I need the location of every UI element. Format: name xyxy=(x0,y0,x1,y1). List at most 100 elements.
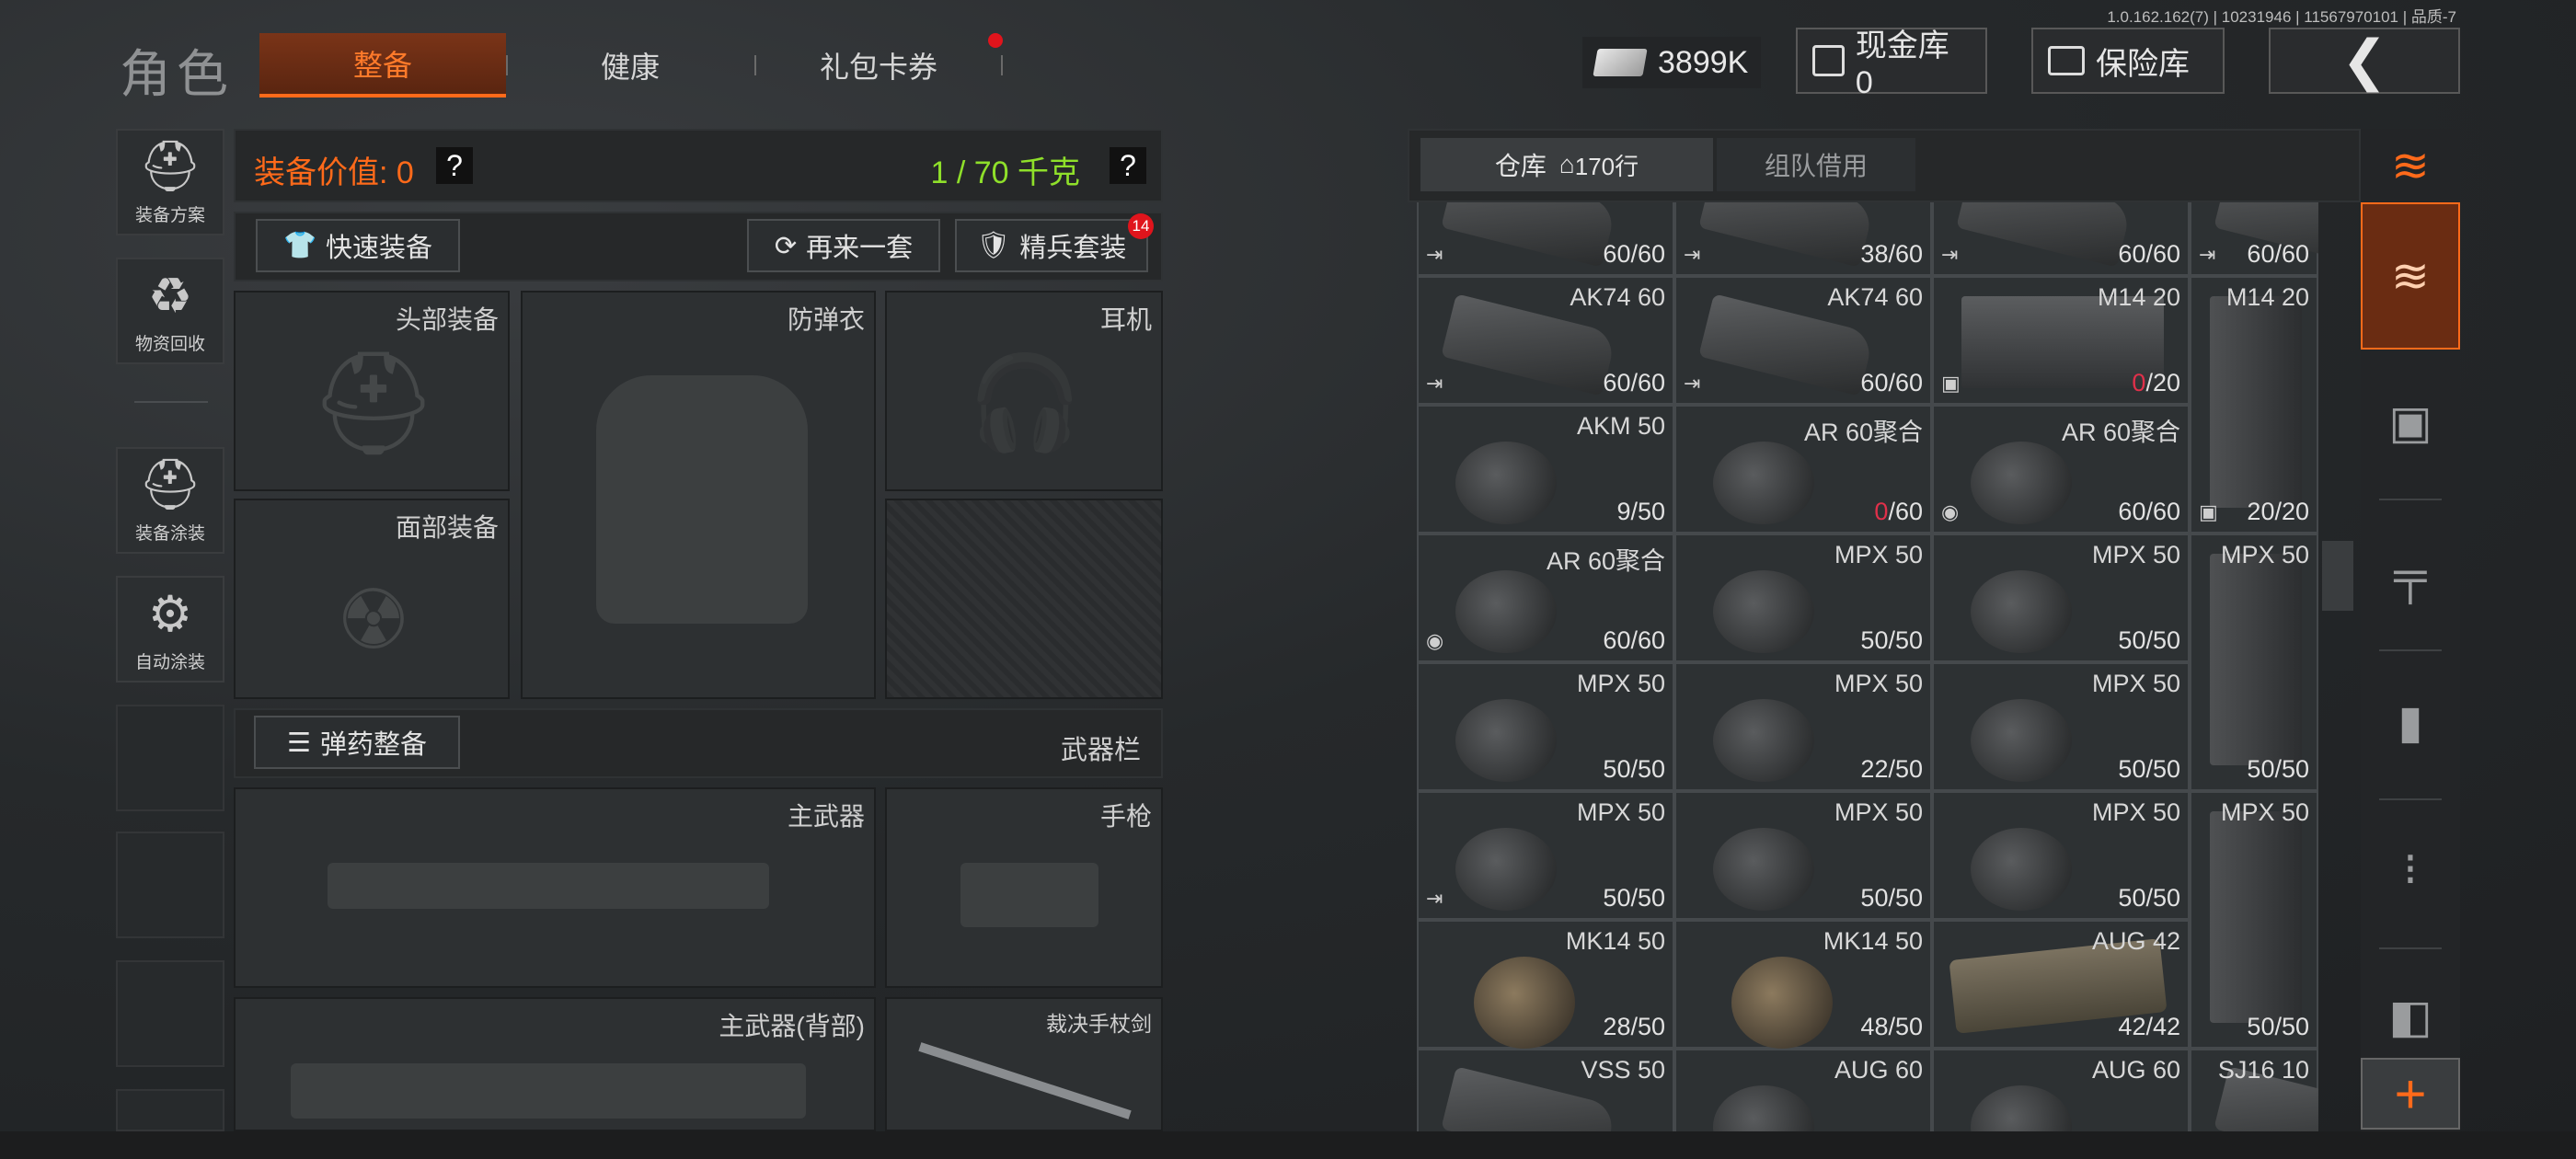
armor-slot-label: 防弹衣 xyxy=(787,305,865,334)
safe-button[interactable]: 保险库 xyxy=(2031,28,2225,94)
item-quantity-max: /60 xyxy=(1888,498,1923,525)
armor-slot[interactable]: 防弹衣 xyxy=(521,291,876,699)
paint-equip-button[interactable]: ⛑ 装备涂装 xyxy=(116,447,224,554)
magazine-icon[interactable]: ▮ xyxy=(2361,653,2460,791)
item-quantity: 20/20 xyxy=(2247,498,2309,525)
magazine-image xyxy=(1971,699,2072,782)
inventory-item[interactable]: MPX 50 50/50 ⇥ xyxy=(1417,791,1674,920)
help-icon[interactable]: ? xyxy=(1110,147,1146,184)
head-slot[interactable]: 头部装备 ⛑ xyxy=(234,291,510,491)
inventory-item[interactable]: MPX 50 50/50 xyxy=(1674,534,1932,662)
tab-divider xyxy=(754,55,756,75)
rifle-icon xyxy=(328,863,769,909)
tab-team-borrow[interactable]: 组队借用 xyxy=(1717,138,1915,191)
elite-set-button[interactable]: 🛡 精兵套装 xyxy=(955,219,1148,272)
item-quantity: 9/50 xyxy=(1616,498,1665,525)
inventory-item[interactable]: AR 60聚合 60/60 ◉ xyxy=(1932,405,2190,534)
inventory-item[interactable]: AUG 60 xyxy=(1674,1049,1932,1131)
auto-paint-label: 自动涂装 xyxy=(134,653,205,672)
item-quantity-empty: 0 xyxy=(2132,369,2146,396)
inventory-item[interactable]: MK14 50 28/50 xyxy=(1417,920,1674,1049)
elite-badge: 14 xyxy=(1128,213,1154,239)
magazine-image xyxy=(1971,442,2072,524)
inventory-item[interactable]: SJ16 10 xyxy=(2190,1049,2318,1131)
primary-weapon-slot[interactable]: 主武器 xyxy=(234,787,876,988)
again-set-button[interactable]: ⟳ 再来一套 xyxy=(747,219,940,272)
recycle-label: 物资回收 xyxy=(134,335,205,354)
inventory-item[interactable]: AK74 6060/60⇥ xyxy=(1417,202,1674,276)
bullet-icon[interactable]: ⁝ xyxy=(2361,800,2460,938)
inventory-item[interactable]: AK74 6060/60⇥ xyxy=(1674,276,1932,405)
inventory-item[interactable]: MPX 50 50/50 xyxy=(2190,791,2318,1049)
tab-equip[interactable]: 整备 xyxy=(259,33,506,98)
magazine-image xyxy=(1956,202,2133,268)
item-name: AR 60聚合 xyxy=(1803,419,1923,446)
inventory-item[interactable]: MK14 50 48/50 xyxy=(1674,920,1932,1049)
equip-plan-button[interactable]: ⛑ 装备方案 xyxy=(116,129,224,235)
version-text: 1.0.162.162(7) | 10231946 | 11567970101 … xyxy=(2107,8,2456,26)
item-name: SJ16 10 xyxy=(2217,1056,2309,1084)
warehouse-rows: 170行 xyxy=(1574,152,1639,180)
inventory-item[interactable]: VSS 50 xyxy=(1417,1049,1674,1131)
item-quantity: 50/50 xyxy=(2118,626,2180,654)
cash-vault-button[interactable]: 现金库 0 xyxy=(1796,28,1987,100)
inventory-item[interactable]: AK74 6060/60⇥ xyxy=(1932,202,2190,276)
stack-refresh-icon[interactable]: ≋ xyxy=(2361,129,2460,202)
item-status-icon: ◉ xyxy=(1941,500,1960,523)
tab-health[interactable]: 健康 xyxy=(515,33,745,98)
vest-icon[interactable]: ▣ xyxy=(2361,353,2460,491)
inventory-item[interactable]: MPX 50 50/50 xyxy=(1932,534,2190,662)
magazine-image xyxy=(1971,1085,2072,1131)
face-slot[interactable]: 面部装备 ☢ xyxy=(234,499,510,699)
tab-warehouse[interactable]: 仓库 ⌂ 170行 xyxy=(1420,138,1713,191)
empty-slot xyxy=(116,960,224,1067)
item-quantity: 50/50 xyxy=(1603,884,1665,912)
home-icon: ⌂ xyxy=(1558,150,1575,178)
magazine-image xyxy=(2210,811,2302,1023)
item-quantity: 0/60 xyxy=(1874,498,1923,526)
melee-slot[interactable]: 裁决手杖剑 xyxy=(885,997,1163,1131)
inventory-item[interactable]: AUG 42 42/42 xyxy=(1932,920,2190,1049)
help-icon[interactable]: ? xyxy=(436,147,473,184)
tab-gift-cards[interactable]: 礼包卡券 xyxy=(764,33,994,98)
weight-value: 1 / 70 千克 xyxy=(930,155,1080,190)
quick-equip-button[interactable]: 👕 快速装备 xyxy=(256,219,460,272)
headset-slot[interactable]: 耳机 🎧 xyxy=(885,291,1163,491)
inventory-item[interactable]: MPX 50 50/50 xyxy=(1932,791,2190,920)
inventory-scrollbar[interactable] xyxy=(2322,541,2353,611)
inventory-item[interactable]: AR 60聚合 60/60 ◉ xyxy=(1417,534,1674,662)
inventory-item[interactable]: 60/60 ⇥ xyxy=(2190,202,2318,276)
inventory-item[interactable]: MPX 50 50/50 xyxy=(1932,662,2190,791)
item-quantity: 50/50 xyxy=(2247,1013,2309,1040)
safe-icon xyxy=(2048,46,2085,75)
auto-paint-button[interactable]: ⚙ 自动涂装 xyxy=(116,576,224,683)
item-name: MPX 50 xyxy=(1576,670,1665,697)
inventory-item[interactable]: MPX 50 50/50 xyxy=(1674,791,1932,920)
inventory-item[interactable]: M14 20 0/20 ▣ xyxy=(1932,276,2190,405)
inventory-item[interactable]: AK74 6060/60⇥ xyxy=(1417,276,1674,405)
inventory-item[interactable]: MPX 50 22/50 xyxy=(1674,662,1932,791)
inventory-item[interactable]: MPX 50 50/50 xyxy=(1417,662,1674,791)
item-name: MPX 50 xyxy=(2220,541,2309,568)
item-status-icon: ▣ xyxy=(1941,372,1961,395)
back-button[interactable]: ❮ xyxy=(2269,28,2460,94)
pistol-slot[interactable]: 手枪 xyxy=(885,787,1163,988)
rifle-icon[interactable]: ╤ xyxy=(2361,506,2460,644)
plus-icon[interactable]: + xyxy=(2361,1058,2460,1130)
divider xyxy=(2379,499,2442,500)
item-name: M14 20 xyxy=(2097,283,2180,311)
inventory-item[interactable]: MPX 50 50/50 xyxy=(2190,534,2318,791)
inventory-item[interactable]: AKM 50 9/50 xyxy=(1417,405,1674,534)
stack-drop-icon[interactable]: ≋ xyxy=(2361,202,2460,350)
inventory-item[interactable]: AUG 60 xyxy=(1932,1049,2190,1131)
ammo-prep-button[interactable]: ☰ 弹药整备 xyxy=(254,716,460,769)
item-name: MPX 50 xyxy=(1834,798,1923,826)
elite-set-label: 精兵套装 xyxy=(1019,234,1127,263)
inventory-item[interactable]: AR 60聚合 0/60 xyxy=(1674,405,1932,534)
primary-back-slot[interactable]: 主武器(背部) xyxy=(234,997,876,1131)
recycle-button[interactable]: ♻ 物资回收 xyxy=(116,258,224,364)
item-quantity: 50/50 xyxy=(1860,884,1923,912)
inventory-item[interactable]: AK74 6038/60⇥ xyxy=(1674,202,1932,276)
equip-value: 装备价值: 0 xyxy=(254,155,414,190)
inventory-item[interactable]: M14 20 20/20 ▣ xyxy=(2190,276,2318,534)
